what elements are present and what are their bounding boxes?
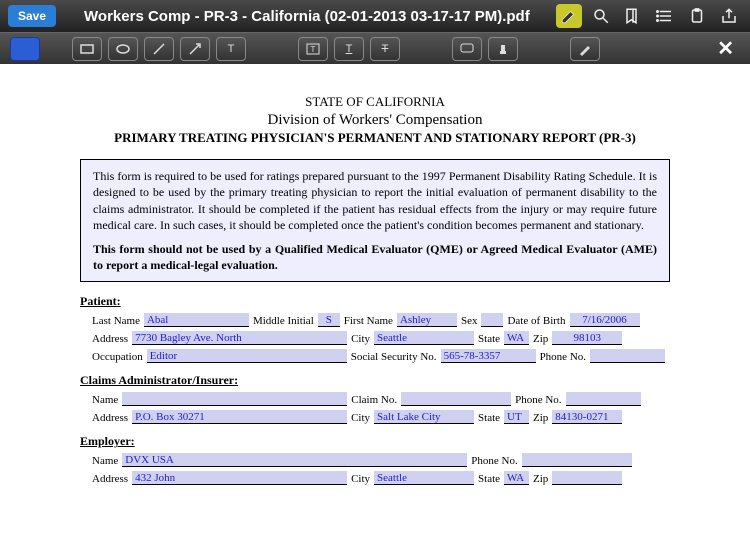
- admin-address-label: Address: [92, 412, 128, 424]
- claim-no-label: Claim No.: [351, 394, 397, 406]
- strike-text-tool[interactable]: T: [370, 37, 400, 61]
- employer-section-head: Employer:: [80, 434, 670, 449]
- patient-row-2: Address 7730 Bagley Ave. North City Seat…: [92, 331, 670, 345]
- admin-address-field[interactable]: P.O. Box 30271: [132, 410, 347, 424]
- admin-zip-label: Zip: [533, 412, 548, 424]
- instructions-p2: This form should not be used by a Qualif…: [93, 241, 657, 273]
- rectangle-tool[interactable]: [72, 37, 102, 61]
- textbox-tool[interactable]: T: [298, 37, 328, 61]
- employer-phone-field[interactable]: [522, 453, 632, 467]
- bookmark-icon[interactable]: [620, 4, 646, 28]
- document-viewport[interactable]: STATE OF CALIFORNIA Division of Workers'…: [0, 64, 750, 548]
- emp-state-label: State: [478, 473, 500, 485]
- admin-row-2: Address P.O. Box 30271 City Salt Lake Ci…: [92, 410, 670, 424]
- ssn-label: Social Security No.: [351, 351, 437, 363]
- close-toolbar-icon[interactable]: ✕: [711, 36, 740, 61]
- patient-zip-field[interactable]: 98103: [552, 331, 622, 345]
- patient-phone-field[interactable]: [590, 349, 665, 363]
- admin-section-head: Claims Administrator/Insurer:: [80, 373, 670, 388]
- patient-section-head: Patient:: [80, 294, 670, 309]
- employer-city-field[interactable]: Seattle: [374, 471, 474, 485]
- city-label: City: [351, 333, 370, 345]
- sex-label: Sex: [461, 315, 478, 327]
- employer-row-2: Address 432 John City Seattle State WA Z…: [92, 471, 670, 485]
- patient-city-field[interactable]: Seattle: [374, 331, 474, 345]
- color-tool[interactable]: [10, 37, 40, 61]
- admin-phone-label: Phone No.: [515, 394, 561, 406]
- title-bar: Save Workers Comp - PR-3 - California (0…: [0, 0, 750, 32]
- employer-address-field[interactable]: 432 John: [132, 471, 347, 485]
- admin-phone-field[interactable]: [566, 392, 641, 406]
- admin-state-label: State: [478, 412, 500, 424]
- list-icon[interactable]: [652, 4, 678, 28]
- employer-row-1: Name DVX USA Phone No.: [92, 453, 670, 467]
- admin-name-field[interactable]: [122, 392, 347, 406]
- stamp-tool[interactable]: [488, 37, 518, 61]
- state-line: STATE OF CALIFORNIA: [80, 94, 670, 111]
- document-header: STATE OF CALIFORNIA Division of Workers'…: [80, 94, 670, 147]
- save-button[interactable]: Save: [8, 5, 56, 27]
- employer-state-field[interactable]: WA: [504, 471, 529, 485]
- ssn-field[interactable]: 565-78-3357: [441, 349, 536, 363]
- name-label: Name: [92, 394, 118, 406]
- occupation-field[interactable]: Editor: [147, 349, 347, 363]
- emp-address-label: Address: [92, 473, 128, 485]
- svg-text:T: T: [311, 45, 316, 54]
- patient-address-field[interactable]: 7730 Bagley Ave. North: [132, 331, 347, 345]
- address-label: Address: [92, 333, 128, 345]
- emp-phone-label: Phone No.: [471, 455, 517, 467]
- admin-row-1: Name Claim No. Phone No.: [92, 392, 670, 406]
- search-icon[interactable]: [588, 4, 614, 28]
- last-name-label: Last Name: [92, 315, 140, 327]
- admin-zip-field[interactable]: 84130-0271: [552, 410, 622, 424]
- annotation-toolbar: T T T T ✕: [0, 32, 750, 64]
- zip-label: Zip: [533, 333, 548, 345]
- employer-zip-field[interactable]: [552, 471, 622, 485]
- occupation-label: Occupation: [92, 351, 143, 363]
- share-icon[interactable]: [716, 4, 742, 28]
- admin-city-field[interactable]: Salt Lake City: [374, 410, 474, 424]
- clipboard-icon[interactable]: [684, 4, 710, 28]
- sex-field[interactable]: [481, 313, 503, 327]
- first-name-field[interactable]: Ashley: [397, 313, 457, 327]
- division-line: Division of Workers' Compensation: [80, 111, 670, 131]
- admin-city-label: City: [351, 412, 370, 424]
- line-tool[interactable]: [144, 37, 174, 61]
- dob-field[interactable]: 7/16/2006: [570, 313, 640, 327]
- emp-city-label: City: [351, 473, 370, 485]
- top-icon-group: [556, 4, 742, 28]
- instructions-p1: This form is required to be used for rat…: [93, 168, 657, 233]
- employer-name-field[interactable]: DVX USA: [122, 453, 467, 467]
- note-tool[interactable]: [452, 37, 482, 61]
- document-title: Workers Comp - PR-3 - California (02-01-…: [64, 8, 548, 25]
- admin-state-field[interactable]: UT: [504, 410, 529, 424]
- arrow-tool[interactable]: [180, 37, 210, 61]
- state-label: State: [478, 333, 500, 345]
- text-tool[interactable]: T: [216, 37, 246, 61]
- mi-label: Middle Initial: [253, 315, 314, 327]
- claim-no-field[interactable]: [401, 392, 511, 406]
- last-name-field[interactable]: Abal: [144, 313, 249, 327]
- pen-tool[interactable]: [570, 37, 600, 61]
- emp-name-label: Name: [92, 455, 118, 467]
- report-title: PRIMARY TREATING PHYSICIAN'S PERMANENT A…: [80, 130, 670, 147]
- instructions-box: This form is required to be used for rat…: [80, 159, 670, 282]
- patient-row-3: Occupation Editor Social Security No. 56…: [92, 349, 670, 363]
- patient-state-field[interactable]: WA: [504, 331, 529, 345]
- emp-zip-label: Zip: [533, 473, 548, 485]
- ellipse-tool[interactable]: [108, 37, 138, 61]
- mi-field[interactable]: S: [318, 313, 340, 327]
- phone-label: Phone No.: [540, 351, 586, 363]
- patient-row-1: Last Name Abal Middle Initial S First Na…: [92, 313, 670, 327]
- underline-text-tool[interactable]: T: [334, 37, 364, 61]
- dob-label: Date of Birth: [507, 315, 565, 327]
- edit-icon[interactable]: [556, 4, 582, 28]
- first-name-label: First Name: [344, 315, 393, 327]
